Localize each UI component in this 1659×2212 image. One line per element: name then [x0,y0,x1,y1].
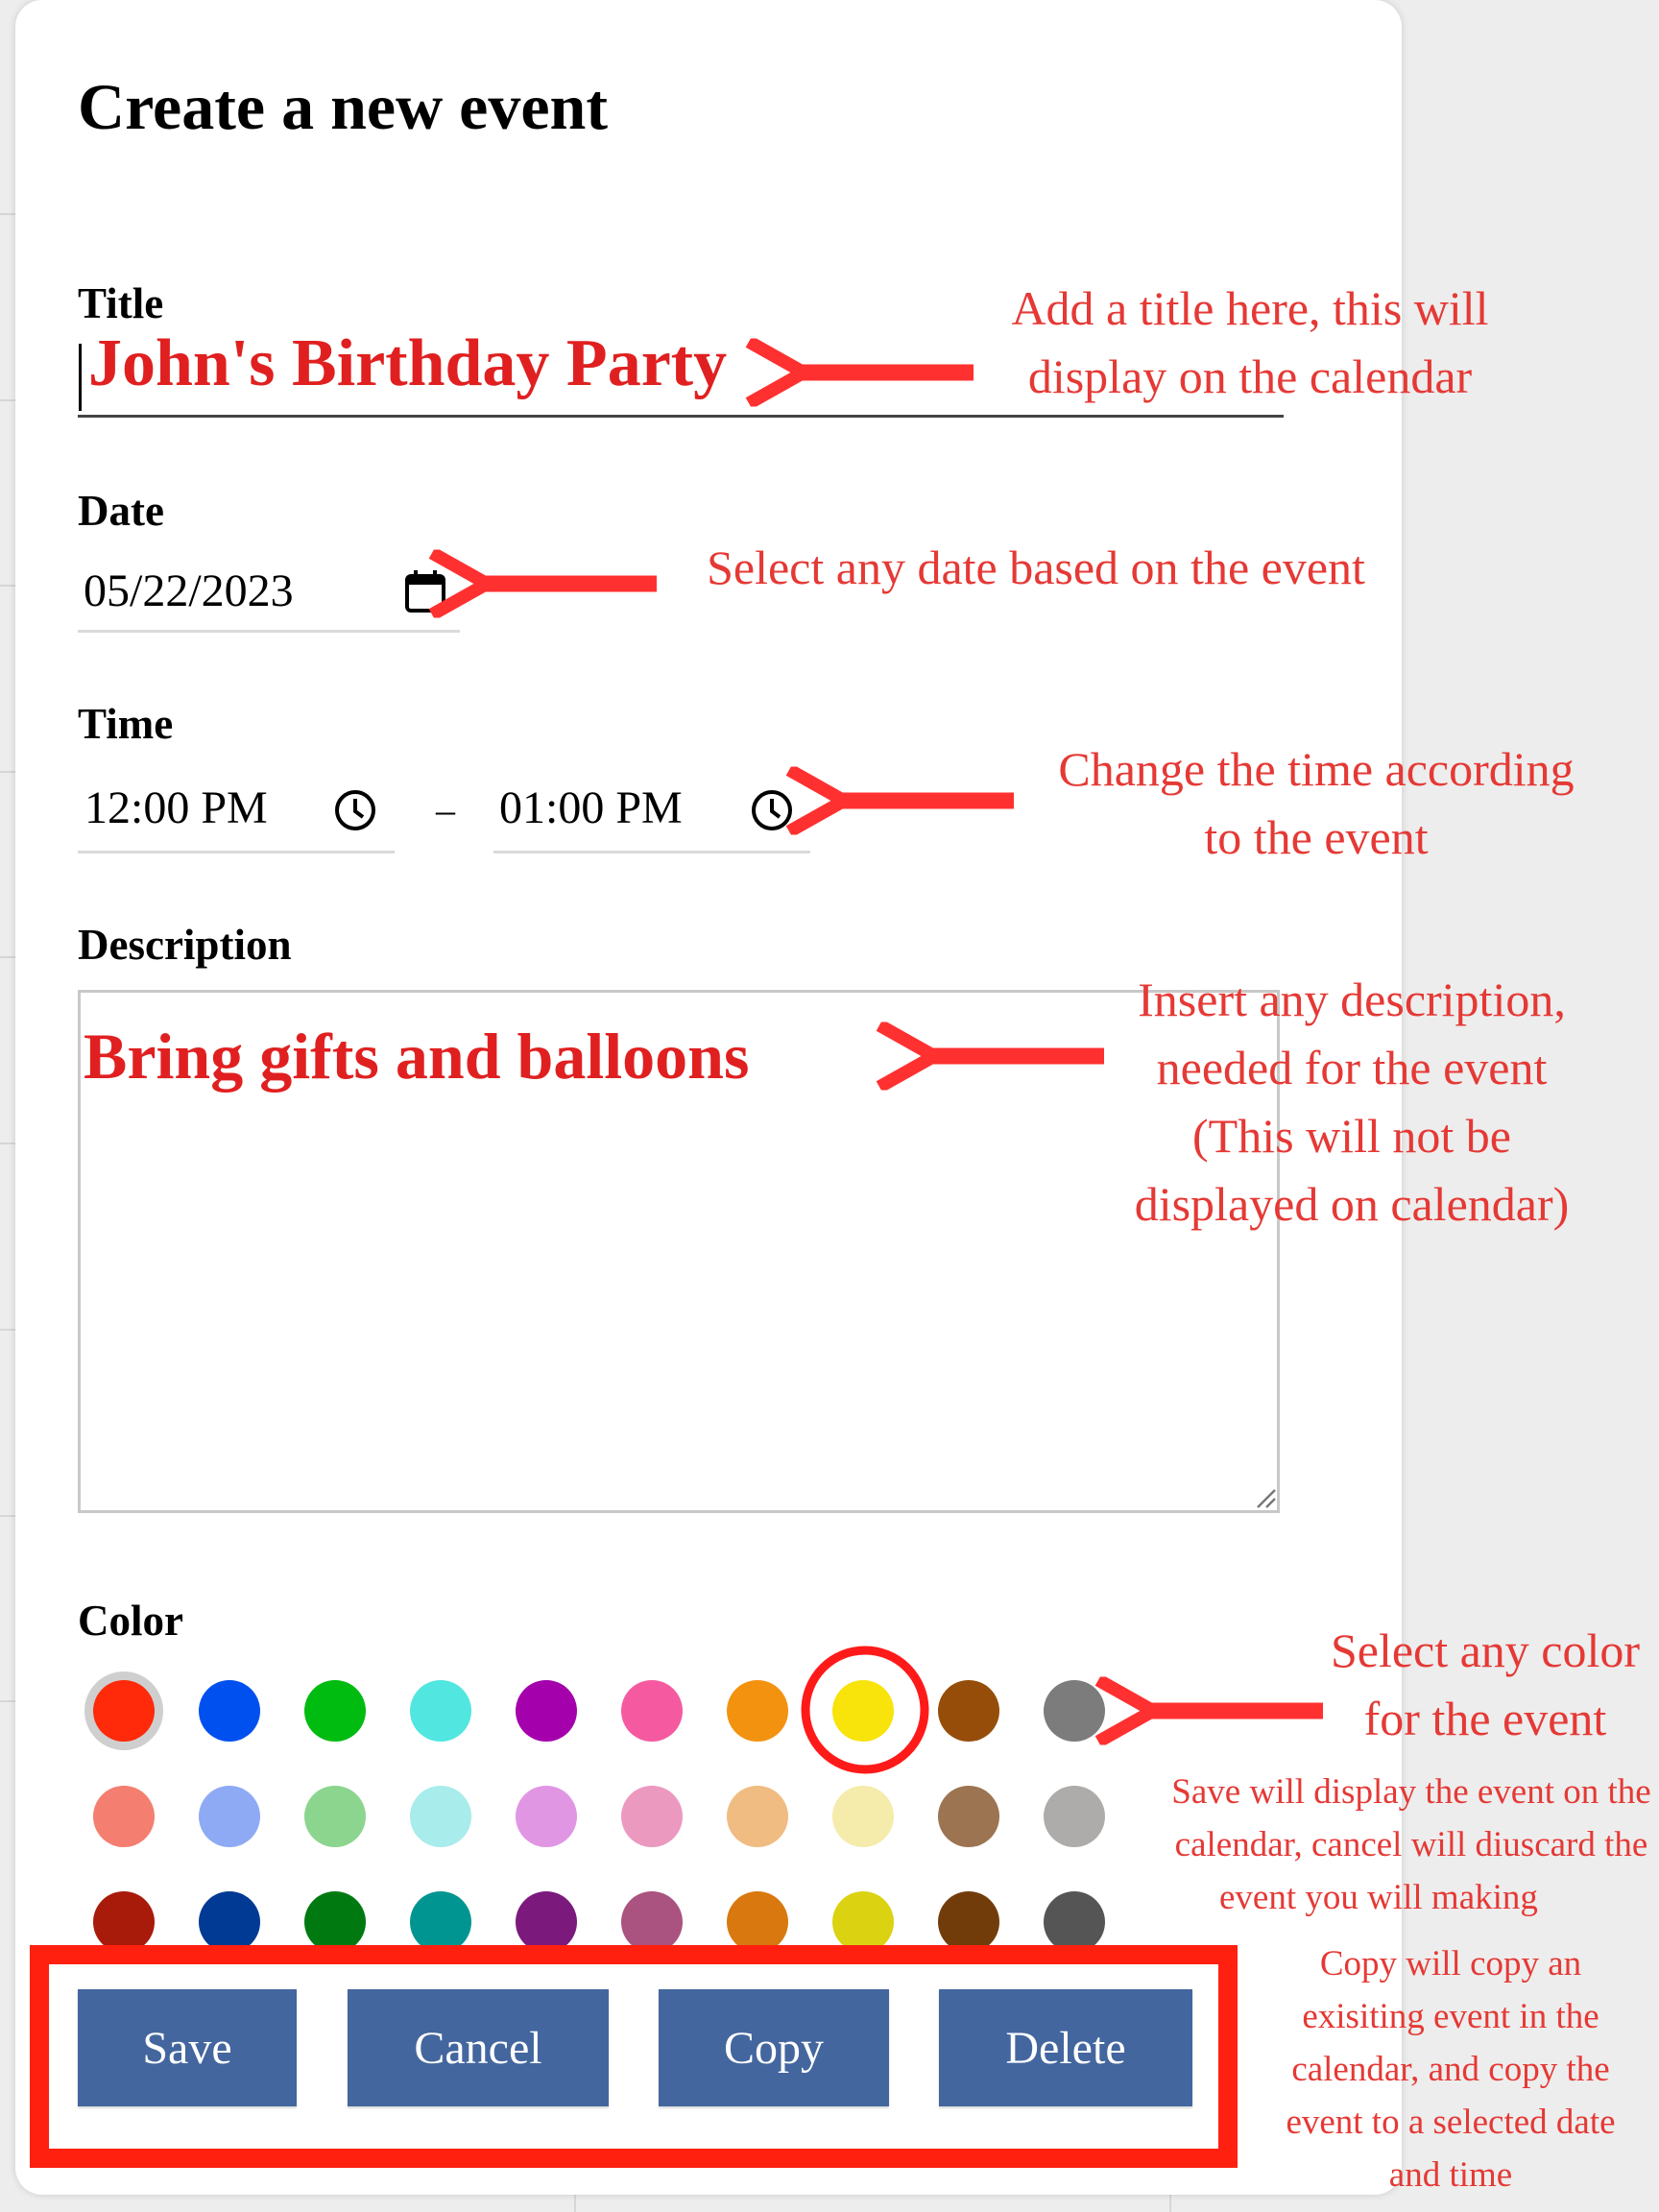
annotation-save-cancel: Save will display the event on the calen… [1171,1772,1651,1917]
annotation-date: Select any date based on the event [707,541,1365,594]
highlight-box-buttons [30,1945,1238,2168]
annotation-color: Select any color for the event [1330,1623,1641,1745]
annotation-title: Add a title here, this will display on t… [1011,281,1489,403]
annotation-description: Insert any description, needed for the e… [1134,973,1570,1231]
annotation-copy: Copy will copy an exisiting event in the… [1286,1944,1616,2195]
highlight-circle-yellow [801,1646,929,1774]
annotation-time: Change the time according to the event [1058,742,1575,864]
